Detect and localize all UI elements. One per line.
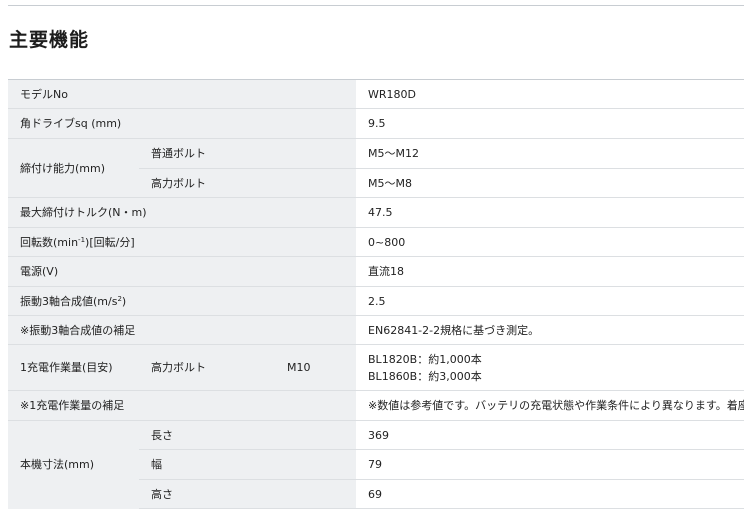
row-value-normal-bolt: M5～M12 xyxy=(356,138,745,169)
row-label-vibration-note: ※振動3軸合成値の補足 xyxy=(8,315,357,345)
vibration-label-post: ) xyxy=(121,294,127,308)
vibration-label-pre: 振動3軸合成値(m/s xyxy=(20,294,118,308)
row-label-tightening: 締付け能力(mm) xyxy=(8,138,139,198)
row-label-vibration: 振動3軸合成値(m/s2) xyxy=(8,286,357,316)
row-value-high-tension-bolt: M5～M8 xyxy=(356,168,745,198)
sub-label-high-tension-bolt: 高力ボルト xyxy=(139,168,357,198)
top-divider xyxy=(8,5,744,6)
row-value-max-torque: 47.5 xyxy=(356,197,745,228)
row-value-model: WR180D xyxy=(356,79,745,109)
table-row-model: モデルNo WR180D xyxy=(8,79,745,109)
table-row-tightening-normal: 締付け能力(mm) 普通ボルト M5～M12 xyxy=(8,138,745,198)
sub-label-work-size: M10 xyxy=(275,344,357,391)
page-title: 主要機能 xyxy=(9,29,90,51)
row-label-square-drive: 角ドライブsq (mm) xyxy=(8,108,357,139)
row-value-vibration-note: EN62841-2-2規格に基づき測定。 xyxy=(356,315,745,345)
row-label-max-torque: 最大締付けトルク(N・m) xyxy=(8,197,357,228)
table-row-power: 電源(V) 直流18 xyxy=(8,256,745,287)
row-value-work-per-charge: BL1820B：約1,000本 BL1860B：約3,000本 xyxy=(356,344,745,391)
table-row-max-torque: 最大締付けトルク(N・m) 47.5 xyxy=(8,197,745,228)
row-value-width: 79 xyxy=(356,449,745,480)
table-row-dim-length: 本機寸法(mm) 長さ 369 xyxy=(8,420,745,509)
row-value-power: 直流18 xyxy=(356,256,745,287)
sub-label-normal-bolt: 普通ボルト xyxy=(139,138,357,169)
row-value-rpm: 0~800 xyxy=(356,227,745,257)
work-value-line-1: BL1820B：約1,000本 xyxy=(368,352,482,366)
sub-label-work-bolt: 高力ボルト xyxy=(139,344,275,391)
table-row-rpm: 回転数(min-1)[回転/分] 0~800 xyxy=(8,227,745,257)
rpm-label-pre: 回転数(min xyxy=(20,235,79,249)
row-label-work-per-charge: 1充電作業量(目安) xyxy=(8,344,139,391)
spec-table: モデルNo WR180D 角ドライブsq (mm) 9.5 締付け能力(mm) … xyxy=(8,79,745,509)
row-label-model: モデルNo xyxy=(8,79,357,109)
row-value-square-drive: 9.5 xyxy=(356,108,745,139)
table-row-work-per-charge: 1充電作業量(目安) 高力ボルト M10 BL1820B：約1,000本 BL1… xyxy=(8,344,745,391)
rpm-label-post: )[回転/分] xyxy=(85,235,135,249)
sub-label-height: 高さ xyxy=(139,479,357,509)
row-label-work-note: ※1充電作業量の補足 xyxy=(8,390,357,421)
row-value-height: 69 xyxy=(356,479,745,509)
table-row-work-note: ※1充電作業量の補足 ※数値は参考値です。バッテリの充電状態や作業条件により異な… xyxy=(8,390,745,421)
table-row-vibration-note: ※振動3軸合成値の補足 EN62841-2-2規格に基づき測定。 xyxy=(8,315,745,345)
sub-label-length: 長さ xyxy=(139,420,357,450)
row-label-rpm: 回転数(min-1)[回転/分] xyxy=(8,227,357,257)
row-value-work-note: ※数値は参考値です。バッテリの充電状態や作業条件により異なります。着座時。 xyxy=(356,390,745,421)
sub-label-width: 幅 xyxy=(139,449,357,480)
work-value-line-2: BL1860B：約3,000本 xyxy=(368,369,482,383)
row-label-dimensions: 本機寸法(mm) xyxy=(8,420,139,509)
rpm-label-sup: -1 xyxy=(78,235,86,244)
row-value-length: 369 xyxy=(356,420,745,450)
row-label-power: 電源(V) xyxy=(8,256,357,287)
table-row-square-drive: 角ドライブsq (mm) 9.5 xyxy=(8,108,745,139)
row-value-vibration: 2.5 xyxy=(356,286,745,316)
table-row-vibration: 振動3軸合成値(m/s2) 2.5 xyxy=(8,286,745,316)
